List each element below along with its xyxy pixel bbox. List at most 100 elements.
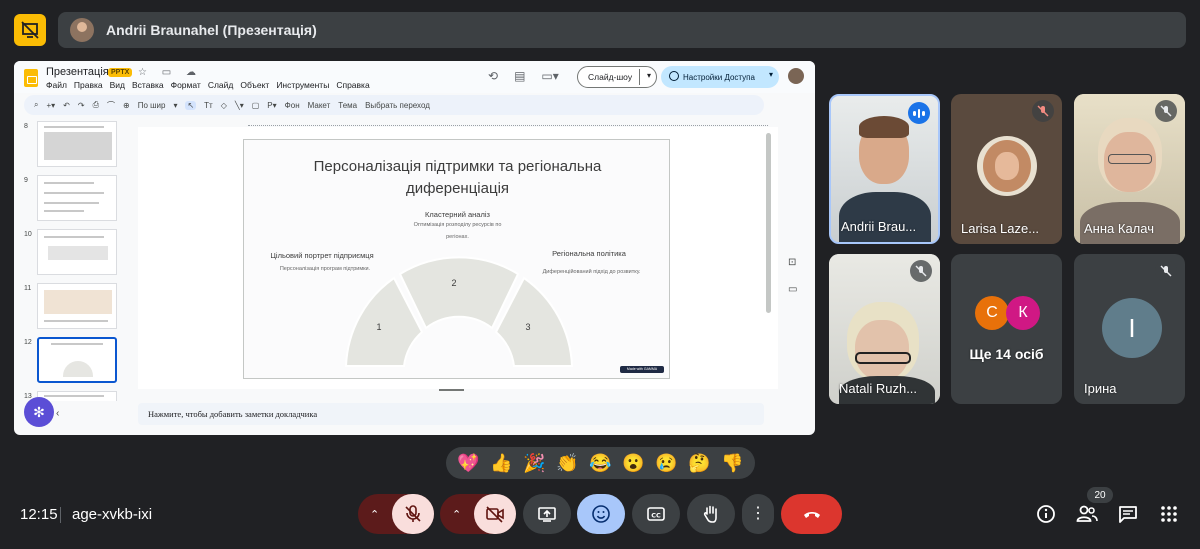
camera-off-icon	[486, 506, 504, 523]
doc-title: Презентація	[46, 66, 109, 78]
slide-title-line: Персоналізація підтримки та регіональна	[313, 158, 602, 175]
thumb-number: 8	[24, 123, 28, 130]
file-type-badge: PPTX	[108, 68, 133, 77]
user-avatar	[788, 68, 804, 84]
reaction-sad[interactable]: 😢	[655, 453, 677, 474]
menu-item: Вид	[109, 80, 126, 90]
print-icon: ⎙	[92, 100, 99, 109]
share-button: Настройки Доступа ▾	[661, 66, 779, 88]
leave-call-button[interactable]	[781, 494, 842, 534]
speaking-indicator-icon	[908, 102, 930, 124]
participant-tile[interactable]: Анна Калач	[1074, 94, 1185, 244]
slide-filmstrip: 8 9 10 11 12 13	[14, 119, 132, 435]
meeting-info-button[interactable]	[1034, 502, 1058, 526]
participant-tile[interactable]: І Ірина	[1074, 254, 1185, 404]
reaction-surprised[interactable]: 😮	[622, 453, 644, 474]
camera-options-chevron-icon[interactable]: ⌃	[452, 508, 461, 521]
undo-icon: ↶	[63, 100, 70, 110]
slides-header: Презентація PPTX ☆ ▭ ☁ Файл Правка Вид В…	[14, 61, 815, 93]
zoom-chevron-icon: ▾	[173, 100, 178, 110]
raise-hand-button[interactable]	[687, 494, 735, 534]
apps-grid-icon	[1161, 506, 1177, 522]
drive-icon: ▭	[788, 284, 798, 295]
cluster-sub-2: регіонах.	[446, 234, 469, 240]
reaction-laugh[interactable]: 😂	[589, 453, 611, 474]
end-call-icon	[803, 512, 820, 518]
present-screen-button[interactable]	[523, 494, 571, 534]
menu-item: Инструменты	[276, 80, 330, 90]
slide-thumbnail	[37, 283, 117, 329]
slides-toolbar: ⌕ +▾ ↶ ↷ ⎙ ⌒ ⊕ По шир ▾ ↖ Tт ◇ ╲▾ ▢ P▾ Ф…	[24, 95, 764, 115]
paint-format-icon: ⌒	[106, 100, 115, 110]
participant-name: Natali Ruzh...	[839, 381, 918, 396]
thumb-number: 9	[24, 177, 28, 184]
participant-tile[interactable]: Andrii Brau...	[829, 94, 940, 244]
theme-button: Тема	[338, 100, 358, 110]
ruler	[248, 125, 768, 129]
more-vert-icon: ⋮	[750, 505, 766, 522]
shared-screen: Презентація PPTX ☆ ▭ ☁ Файл Правка Вид В…	[14, 61, 815, 435]
mic-off-icon	[405, 505, 421, 522]
menu-item: Справка	[336, 80, 370, 90]
comment-icon: ▤	[514, 69, 526, 83]
participant-tile[interactable]: Larisa Laze...	[951, 94, 1062, 244]
reactions-button[interactable]	[577, 494, 625, 534]
more-options-button[interactable]: ⋮	[742, 494, 774, 534]
present-screen-icon	[538, 507, 556, 522]
thumb-number: 11	[24, 285, 32, 292]
share-label: Настройки Доступа	[683, 72, 755, 82]
arc-segment-2	[398, 256, 520, 330]
presenter-title: Andrii Braunahel (Презентація)	[106, 22, 317, 38]
camera-toggle-button[interactable]	[474, 494, 516, 534]
presentation-indicator-icon[interactable]	[14, 14, 46, 46]
mic-toggle-button[interactable]	[392, 494, 434, 534]
reaction-thinking[interactable]: 🤔	[688, 453, 710, 474]
chevron-down-icon: ▾	[646, 71, 651, 80]
clock: 12:15	[20, 506, 58, 523]
segment-label-3: 3	[525, 322, 531, 332]
activities-button[interactable]	[1157, 502, 1181, 526]
select-tool-icon: ↖	[185, 100, 197, 110]
more-participants-tile[interactable]: С К Ще 14 осіб	[951, 254, 1062, 404]
reaction-thumbs-down[interactable]: 👎	[721, 453, 743, 474]
collapse-filmstrip-icon: ‹	[56, 408, 60, 419]
notes-resize-handle	[439, 389, 464, 391]
people-button[interactable]	[1075, 502, 1099, 526]
mic-options-chevron-icon[interactable]: ⌃	[370, 508, 379, 521]
side-panel-icons: ⊡ ▭	[788, 257, 797, 295]
format-options-icon: P▾	[267, 100, 277, 110]
participant-tile[interactable]: Natali Ruzh...	[829, 254, 940, 404]
menu-item: Объект	[240, 80, 270, 90]
raise-hand-icon	[703, 505, 717, 523]
reaction-clap[interactable]: 👏	[556, 453, 578, 474]
current-slide: Персоналізація підтримки та регіональна …	[243, 139, 670, 379]
people-icon	[1076, 505, 1098, 522]
participant-name: Larisa Laze...	[961, 221, 1040, 236]
reaction-party[interactable]: 🎉	[523, 453, 545, 474]
slideshow-label: Слайд-шоу	[588, 72, 633, 82]
chat-button[interactable]	[1116, 502, 1140, 526]
made-with-badge: Made with GAMMA	[620, 366, 664, 373]
menu-item: Вставка	[132, 80, 164, 90]
thumb-number: 12	[24, 339, 32, 346]
mic-off-icon	[1155, 100, 1177, 122]
arc-diagram	[344, 256, 574, 367]
reaction-heart[interactable]: 💖	[457, 453, 479, 474]
zoom-select: По шир	[137, 100, 166, 110]
globe-icon	[669, 71, 679, 81]
slide-thumbnail	[37, 391, 117, 401]
slide-thumbnail	[37, 175, 117, 221]
participant-initial-avatar: І	[1102, 298, 1162, 358]
reaction-thumbs-up[interactable]: 👍	[490, 453, 512, 474]
presenter-avatar	[70, 18, 94, 42]
captions-button[interactable]: CC	[632, 494, 680, 534]
menu-item: Слайд	[207, 80, 234, 90]
layout-button: Макет	[307, 100, 331, 110]
participant-initial-avatar: К	[1006, 296, 1040, 330]
slide-thumbnail-active	[37, 337, 117, 383]
segment-label-2: 2	[451, 278, 457, 288]
mic-off-icon	[1155, 260, 1177, 282]
transition-button: Выбрать переход	[365, 100, 430, 110]
gemini-icon: ✻	[24, 397, 54, 427]
text-box-icon: Tт	[204, 100, 213, 110]
